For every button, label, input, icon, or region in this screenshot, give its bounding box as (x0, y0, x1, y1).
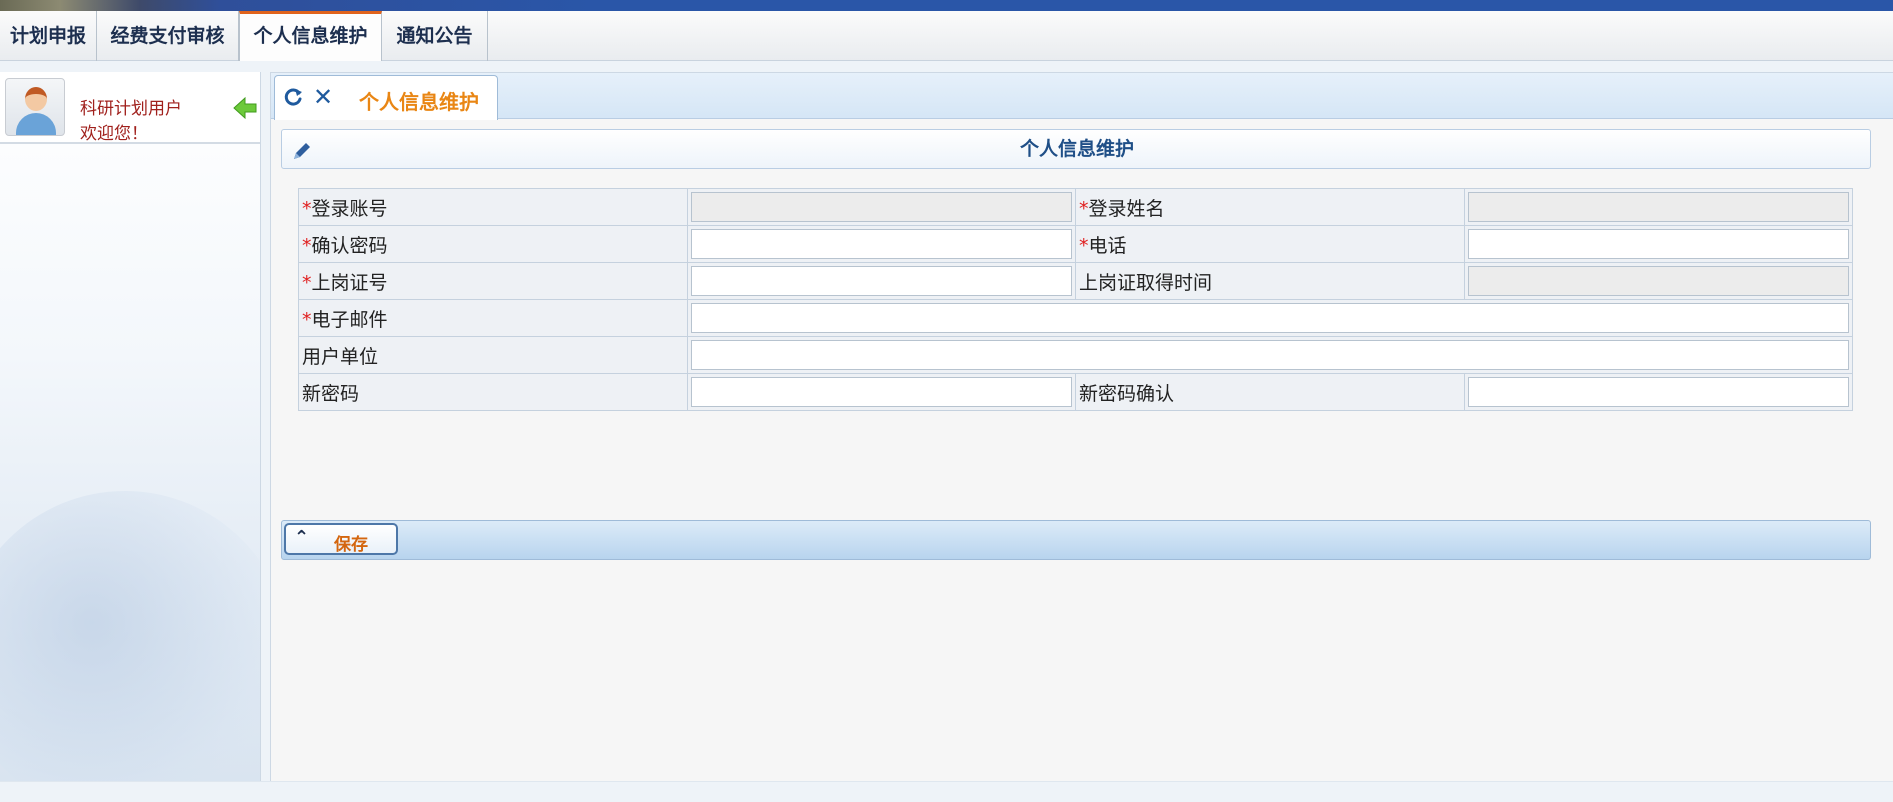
caret-up-icon: ⌃ (294, 527, 310, 548)
tab-title: 个人信息维护 (359, 90, 479, 114)
new-password-label: 新密码 (298, 373, 688, 411)
confirm-password-label: *确认密码 (298, 225, 688, 263)
required-mark: * (302, 271, 312, 294)
personal-info-form: *登录账号 *登录姓名 *确认密码 *电话 *上岗证号 上岗证取得时间 *电子邮… (298, 188, 1853, 411)
post-cert-no-label: *上岗证号 (298, 262, 688, 300)
login-name-label-text: 登录姓名 (1088, 197, 1165, 220)
required-mark: * (302, 234, 312, 257)
panel-title: 个人信息维护 (1019, 138, 1134, 160)
menu-item-fund-payment-review[interactable]: 经费支付审核 (97, 11, 239, 61)
login-name-field[interactable] (1467, 192, 1849, 222)
required-mark: * (302, 308, 312, 331)
post-cert-no-field[interactable] (690, 266, 1072, 296)
form-row: *上岗证号 上岗证取得时间 (298, 262, 1853, 300)
user-unit-field[interactable] (690, 340, 1849, 370)
confirm-password-label-text: 确认密码 (311, 234, 388, 257)
panel-header: 个人信息维护 (281, 129, 1871, 169)
login-account-label: *登录账号 (298, 188, 688, 226)
welcome-text: 欢迎您！ (80, 124, 148, 144)
new-password-confirm-label: 新密码确认 (1075, 373, 1465, 411)
close-icon[interactable]: ✕ (313, 85, 333, 109)
bottom-strip (0, 781, 1893, 802)
refresh-icon[interactable] (283, 87, 303, 107)
new-password-field[interactable] (690, 377, 1072, 407)
phone-label-text: 电话 (1088, 234, 1127, 257)
email-label: *电子邮件 (298, 299, 688, 337)
form-row: *登录账号 *登录姓名 (298, 188, 1853, 226)
login-account-label-text: 登录账号 (311, 197, 388, 220)
new-password-confirm-field[interactable] (1467, 377, 1849, 407)
confirm-password-field[interactable] (690, 229, 1072, 259)
top-menu-bar: 计划申报 经费支付审核 个人信息维护 通知公告 (0, 11, 1893, 61)
required-mark: * (302, 197, 312, 220)
left-sidebar: 科研计划用户 欢迎您！ (0, 72, 261, 781)
collapse-arrow-icon[interactable] (232, 95, 258, 121)
avatar-icon (5, 78, 65, 136)
post-cert-time-field[interactable] (1467, 266, 1849, 296)
form-row: *电子邮件 (298, 299, 1853, 337)
post-cert-time-label: 上岗证取得时间 (1075, 262, 1465, 300)
form-row: *确认密码 *电话 (298, 225, 1853, 263)
top-banner (0, 0, 1893, 11)
required-mark: * (1079, 234, 1089, 257)
required-mark: * (1079, 197, 1089, 220)
tab-personal-info[interactable]: ✕ 个人信息维护 (274, 75, 498, 120)
save-button-label: 保存 (334, 535, 368, 555)
user-unit-label: 用户单位 (298, 336, 688, 374)
tab-strip: ✕ 个人信息维护 (271, 73, 1893, 120)
menu-item-personal-info[interactable]: 个人信息维护 (239, 11, 382, 61)
user-name: 科研计划用户 (80, 99, 182, 119)
post-cert-no-label-text: 上岗证号 (311, 271, 388, 294)
menu-item-plan-declaration[interactable]: 计划申报 (0, 11, 97, 61)
email-label-text: 电子邮件 (311, 308, 388, 331)
menu-item-notices[interactable]: 通知公告 (382, 11, 488, 61)
login-account-field[interactable] (690, 192, 1072, 222)
phone-label: *电话 (1075, 225, 1465, 263)
main-content: ✕ 个人信息维护 个人信息维护 *登录账号 *登录姓名 *确认密码 *电话 *上… (270, 72, 1893, 797)
save-button[interactable]: ⌃ 保存 (284, 523, 398, 555)
user-panel: 科研计划用户 欢迎您！ (0, 72, 260, 144)
sidebar-decoration (0, 491, 260, 781)
form-row: 用户单位 (298, 336, 1853, 374)
login-name-label: *登录姓名 (1075, 188, 1465, 226)
action-bar: ⌃ 保存 (281, 520, 1871, 560)
email-field[interactable] (690, 303, 1849, 333)
phone-field[interactable] (1467, 229, 1849, 259)
form-row: 新密码 新密码确认 (298, 373, 1853, 411)
